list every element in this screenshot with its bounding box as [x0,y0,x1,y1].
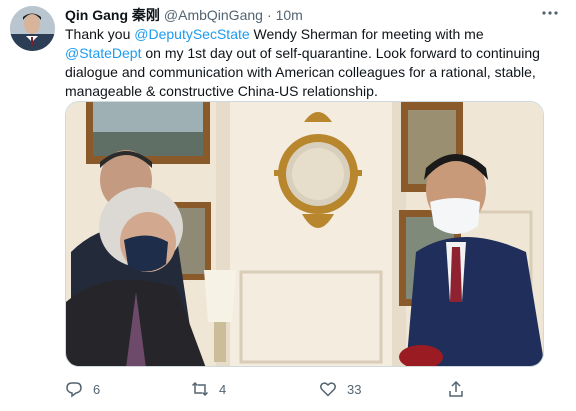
reply-count: 6 [93,381,101,397]
tweet-actions: 6 4 33 [65,378,505,400]
more-horizontal-icon[interactable] [538,4,562,24]
display-name[interactable]: Qin Gang 秦刚 [65,5,160,25]
meeting-photo-illustration [66,102,543,366]
tweet-photo[interactable] [65,101,544,367]
like-button[interactable]: 33 [319,378,361,400]
avatar[interactable] [10,6,55,51]
separator-dot: · [266,7,272,23]
like-count: 33 [347,381,362,397]
user-handle[interactable]: @AmbQinGang [164,7,263,23]
timestamp[interactable]: 10m [276,7,303,23]
tweet-text-part: Wendy Sherman for meeting with me [249,26,484,42]
tweet-header: Qin Gang 秦刚 @AmbQinGang · 10m [65,6,303,24]
retweet-icon [191,381,209,397]
avatar-image [10,6,55,51]
share-button[interactable] [447,378,465,400]
retweet-count: 4 [219,381,227,397]
mention-link[interactable]: @StateDept [65,45,141,61]
tweet-text-part: Thank you [65,26,135,42]
retweet-button[interactable]: 4 [191,378,226,400]
reply-icon [66,382,82,398]
tweet-text: Thank you @DeputySecState Wendy Sherman … [65,25,545,101]
share-icon [449,380,463,397]
reply-button[interactable]: 6 [65,378,100,400]
heart-icon [320,382,336,397]
mention-link[interactable]: @DeputySecState [134,26,249,42]
